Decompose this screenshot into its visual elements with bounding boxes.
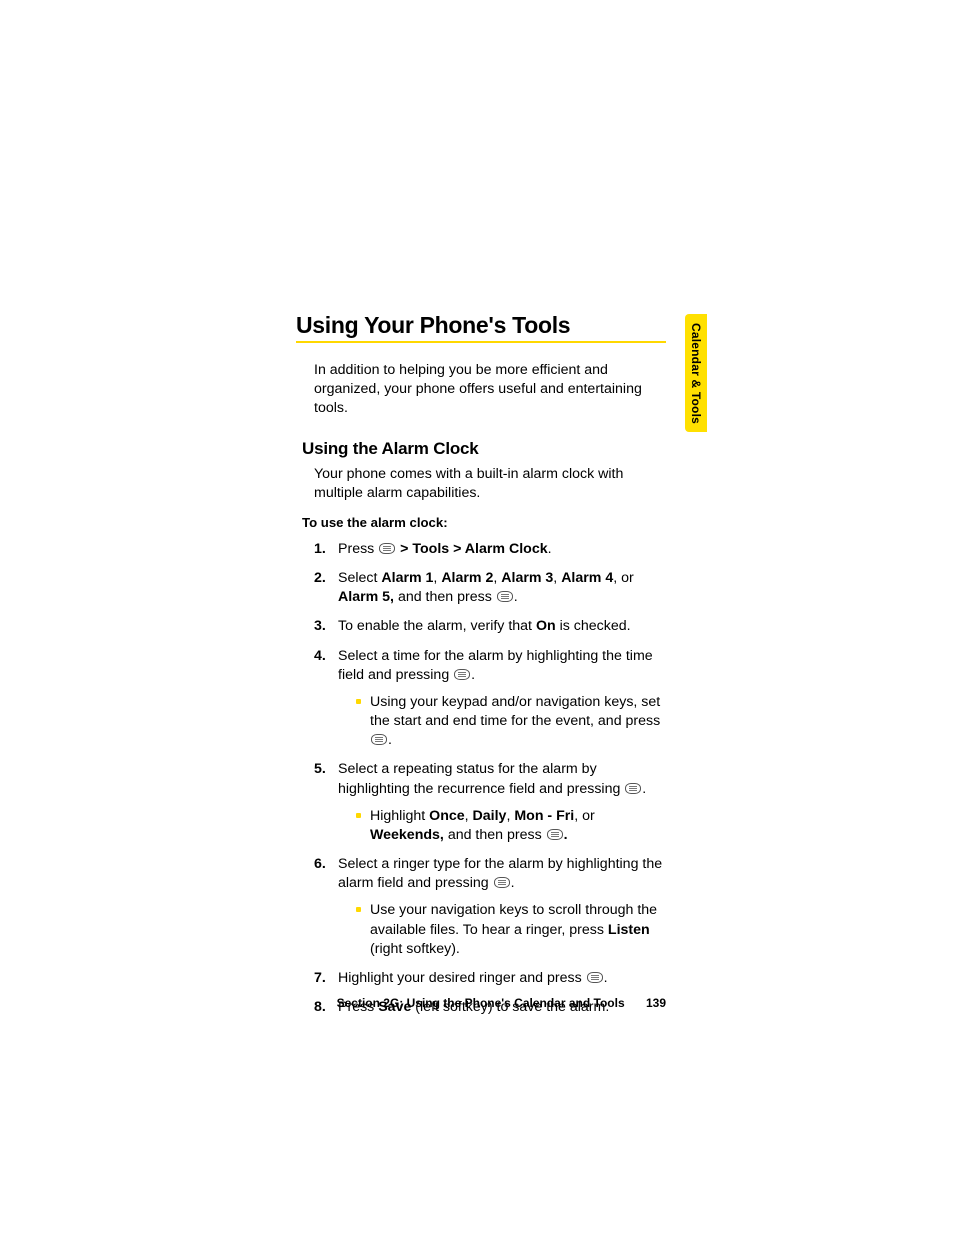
text-bold: Alarm 1 [381,570,433,586]
text: Select [338,570,381,586]
menu-icon [587,972,603,983]
procedure-lead: To use the alarm clock: [302,515,666,530]
text-bold: Alarm 4 [561,570,613,586]
text: Select a repeating status for the alarm … [338,761,624,796]
heading-rule [296,341,666,343]
text-bold: Daily [473,808,507,824]
step-3: To enable the alarm, verify that On is c… [314,617,664,636]
text: To enable the alarm, verify that [338,618,536,634]
step-6: Select a ringer type for the alarm by hi… [314,855,664,959]
text: . [514,589,518,605]
text: , [553,570,561,586]
text-bold: On [536,618,556,634]
text-bold: > Tools > Alarm Clock [396,541,547,557]
menu-icon [371,734,387,745]
text-bold: Mon - Fri [514,808,574,824]
text-bold: Listen [608,922,650,938]
step-4: Select a time for the alarm by highlight… [314,647,664,751]
text: and then press [394,589,496,605]
text: . [388,732,392,748]
text: . [471,667,475,683]
menu-icon [494,877,510,888]
text: Using your keypad and/or navigation keys… [370,694,660,729]
footer-page-number: 139 [646,996,666,1010]
step-5: Select a repeating status for the alarm … [314,760,664,845]
footer-section-label: Section 2G: Using the Phone's Calendar a… [337,996,625,1010]
text: , or [613,570,634,586]
menu-icon [379,543,395,554]
intro-paragraph: In addition to helping you be more effic… [314,361,654,419]
text: Highlight [370,808,429,824]
text-bold: Alarm 3 [501,570,553,586]
text: . [604,970,608,986]
text-bold: . [564,827,568,843]
text: , or [574,808,595,824]
step-4-sub: Using your keypad and/or navigation keys… [356,693,664,751]
text: (right softkey). [370,941,460,957]
heading-sub: Using the Alarm Clock [302,439,666,459]
menu-icon [625,783,641,794]
text: , [465,808,473,824]
heading-main: Using Your Phone's Tools [296,312,666,339]
body-paragraph: Your phone comes with a built-in alarm c… [314,465,664,503]
menu-icon [454,669,470,680]
text-bold: Weekends, [370,827,444,843]
text: . [642,781,646,797]
step-1: Press > Tools > Alarm Clock. [314,540,664,559]
steps-list: Press > Tools > Alarm Clock. Select Alar… [314,540,664,1017]
page-footer: Section 2G: Using the Phone's Calendar a… [296,996,666,1010]
section-tab: Calendar & Tools [685,314,707,432]
page-content: Using Your Phone's Tools In addition to … [296,312,666,1027]
step-2: Select Alarm 1, Alarm 2, Alarm 3, Alarm … [314,569,664,607]
text: Highlight your desired ringer and press [338,970,586,986]
text: Press [338,541,378,557]
text-bold: Alarm 2 [441,570,493,586]
menu-icon [497,591,513,602]
step-6-sub: Use your navigation keys to scroll throu… [356,901,664,959]
text-bold: Alarm 5, [338,589,394,605]
text: is checked. [556,618,631,634]
menu-icon [547,829,563,840]
step-5-sub: Highlight Once, Daily, Mon - Fri, or Wee… [356,807,664,845]
text: Select a time for the alarm by highlight… [338,648,653,683]
text: . [511,875,515,891]
section-tab-label: Calendar & Tools [689,323,703,424]
step-7: Highlight your desired ringer and press … [314,969,664,988]
text: and then press [444,827,546,843]
text-bold: Once [429,808,464,824]
text: . [548,541,552,557]
